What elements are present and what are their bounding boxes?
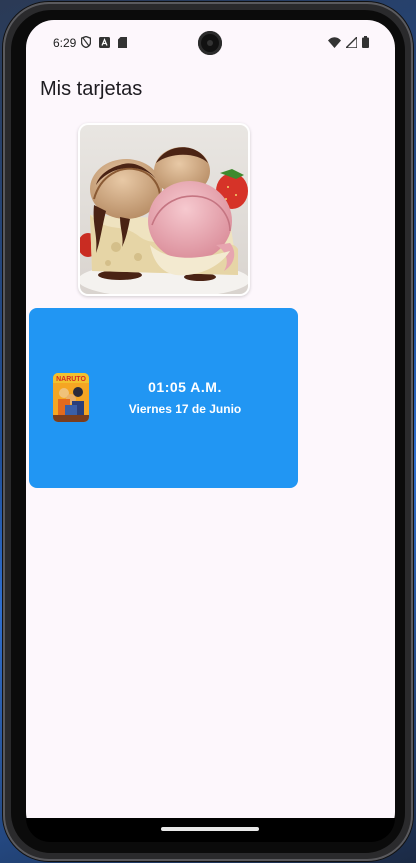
clock-card[interactable]: NARUTO 01:05 A.M. Viernes 17 de Junio (29, 308, 298, 488)
app-screen: 6:29 Mis tarjetas NARUTO 01:05 A.M. Vier… (26, 20, 395, 842)
page-title: Mis tarjetas (40, 78, 143, 100)
wifi-icon (328, 36, 341, 51)
front-camera (198, 31, 222, 55)
clock-date: Viernes 17 de Junio (128, 402, 242, 416)
sd-card-icon (118, 36, 127, 51)
anime-poster-thumbnail: NARUTO (53, 373, 89, 422)
signal-icon (344, 34, 358, 51)
image-card[interactable] (78, 123, 250, 296)
status-time: 6:29 (53, 36, 77, 50)
status-system-icons (328, 34, 369, 51)
status-notification-icons (80, 35, 127, 51)
vpn-shield-icon (80, 35, 92, 51)
clock-time: 01:05 A.M. (148, 379, 222, 395)
thumbnail-logo-text: NARUTO (56, 376, 86, 383)
home-gesture-handle[interactable] (161, 827, 259, 831)
status-bar: 6:29 (26, 20, 395, 66)
ice-cream-dessert-image (80, 125, 248, 294)
battery-icon (362, 36, 369, 51)
translate-icon (99, 36, 110, 51)
navigation-bar (26, 818, 395, 842)
